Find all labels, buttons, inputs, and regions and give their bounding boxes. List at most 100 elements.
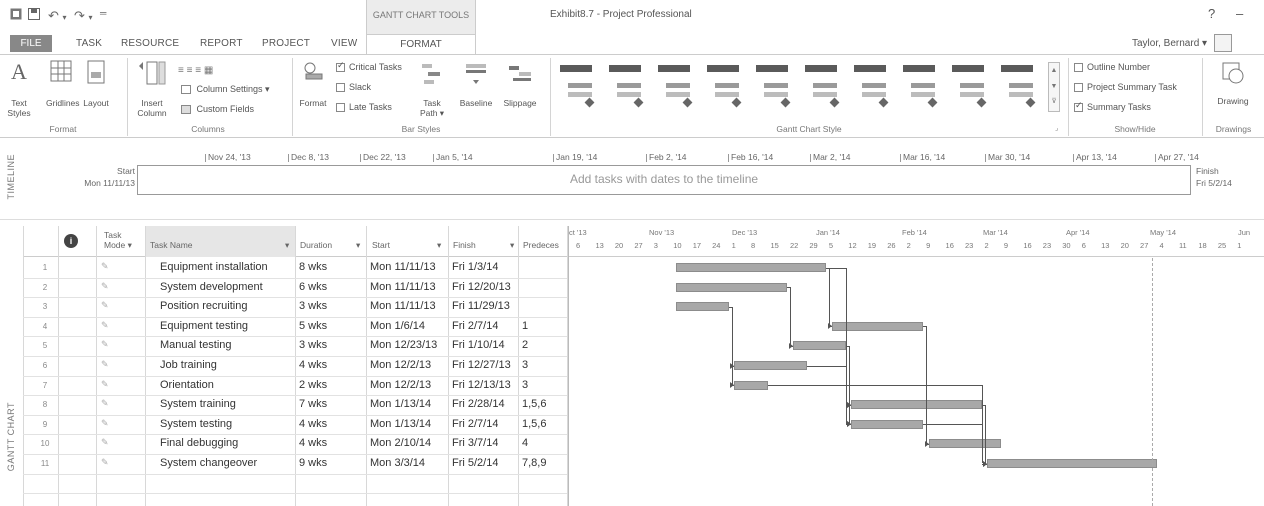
scroll-down-icon[interactable]: ▼: [1049, 79, 1059, 95]
predecessors-cell[interactable]: 4: [522, 437, 528, 449]
gantt-style-thumbnail[interactable]: [558, 63, 596, 111]
baseline-button[interactable]: Baseline: [456, 60, 496, 108]
gantt-bar[interactable]: [676, 302, 729, 312]
duration-cell[interactable]: 3 wks: [299, 339, 327, 351]
duration-cell[interactable]: 4 wks: [299, 359, 327, 371]
user-name[interactable]: Taylor, Bernard ▾: [1132, 38, 1207, 49]
finish-cell[interactable]: Fri 12/27/13: [452, 359, 511, 371]
align-buttons[interactable]: ≡ ≡ ≡ ▦: [178, 60, 258, 76]
slack-checkbox[interactable]: Slack: [336, 82, 371, 93]
task-path-button[interactable]: Task Path ▾: [416, 60, 448, 118]
start-cell[interactable]: Mon 3/3/14: [370, 457, 425, 469]
finish-header[interactable]: Finish: [453, 240, 476, 250]
insert-column-button[interactable]: Insert Column: [132, 60, 172, 118]
task-name-cell[interactable]: Equipment installation: [160, 261, 294, 273]
project-summary-checkbox[interactable]: Project Summary Task: [1074, 82, 1177, 93]
save-icon[interactable]: [28, 8, 40, 23]
gantt-style-thumbnail[interactable]: [803, 63, 841, 111]
predecessors-cell[interactable]: 3: [522, 359, 528, 371]
finish-cell[interactable]: Fri 2/7/14: [452, 320, 498, 332]
task-name-cell[interactable]: System testing: [160, 418, 294, 430]
finish-cell[interactable]: Fri 5/2/14: [452, 457, 498, 469]
row-number[interactable]: 3: [30, 302, 60, 311]
task-name-cell[interactable]: Final debugging: [160, 437, 294, 449]
critical-tasks-checkbox[interactable]: Critical Tasks: [336, 60, 402, 73]
duration-cell[interactable]: 2 wks: [299, 379, 327, 391]
layout-button[interactable]: Layout: [80, 60, 112, 108]
minimize-button[interactable]: –: [1236, 6, 1243, 21]
start-cell[interactable]: Mon 12/2/13: [370, 359, 431, 371]
gantt-style-thumbnail[interactable]: [901, 63, 939, 111]
task-mode-header[interactable]: Task Mode ▾: [104, 230, 132, 250]
start-cell[interactable]: Mon 2/10/14: [370, 437, 431, 449]
start-header[interactable]: Start: [372, 240, 390, 250]
dialog-launcher-icon[interactable]: ⌟: [1055, 124, 1058, 132]
scroll-up-icon[interactable]: ▲: [1049, 63, 1059, 79]
avatar[interactable]: [1214, 34, 1232, 52]
duration-dropdown-icon[interactable]: ▾: [356, 240, 360, 251]
tab-file[interactable]: FILE: [10, 35, 52, 52]
predecessors-cell[interactable]: 1,5,6: [522, 398, 546, 410]
gallery-scroll[interactable]: ▲ ▼ ⊽: [1048, 62, 1060, 112]
start-cell[interactable]: Mon 1/13/14: [370, 418, 431, 430]
row-number[interactable]: 5: [30, 341, 60, 350]
finish-cell[interactable]: Fri 12/13/13: [452, 379, 511, 391]
slippage-button[interactable]: Slippage: [500, 60, 540, 108]
gantt-style-thumbnail[interactable]: [950, 63, 988, 111]
row-number[interactable]: 9: [30, 420, 60, 429]
start-cell[interactable]: Mon 11/11/13: [370, 300, 436, 312]
task-name-cell[interactable]: Equipment testing: [160, 320, 294, 332]
tab-format[interactable]: FORMAT: [366, 34, 476, 55]
customize-qa-icon[interactable]: ═: [100, 8, 106, 18]
redo-icon[interactable]: ↷ ▾: [74, 8, 93, 24]
finish-cell[interactable]: Fri 1/10/14: [452, 339, 505, 351]
duration-cell[interactable]: 7 wks: [299, 398, 327, 410]
start-cell[interactable]: Mon 12/2/13: [370, 379, 431, 391]
task-name-cell[interactable]: Position recruiting: [160, 300, 294, 312]
gridlines-button[interactable]: Gridlines: [46, 60, 80, 108]
task-name-cell[interactable]: System training: [160, 398, 294, 410]
tab-project[interactable]: PROJECT: [262, 38, 310, 49]
gantt-bar[interactable]: [851, 419, 924, 429]
late-tasks-checkbox[interactable]: Late Tasks: [336, 102, 392, 113]
gantt-bar[interactable]: [676, 263, 827, 272]
start-cell[interactable]: Mon 1/13/14: [370, 398, 431, 410]
gantt-bar[interactable]: [676, 282, 788, 292]
undo-icon[interactable]: ↶ ▾: [48, 8, 67, 24]
gantt-style-thumbnail[interactable]: [607, 63, 645, 111]
finish-cell[interactable]: Fri 1/3/14: [452, 261, 498, 273]
row-number[interactable]: 7: [30, 381, 60, 390]
tab-resource[interactable]: RESOURCE: [121, 38, 179, 49]
gantt-style-thumbnail[interactable]: [999, 63, 1037, 111]
row-number[interactable]: 1: [30, 263, 60, 272]
gantt-style-thumbnail[interactable]: [754, 63, 792, 111]
info-column-header[interactable]: i: [64, 234, 78, 248]
gantt-bar[interactable]: [792, 341, 846, 351]
bar-format-button[interactable]: Format: [296, 60, 330, 108]
task-name-cell[interactable]: System development: [160, 281, 294, 293]
row-number[interactable]: 10: [30, 439, 60, 448]
finish-dropdown-icon[interactable]: ▾: [510, 240, 514, 251]
task-name-cell[interactable]: Orientation: [160, 379, 294, 391]
row-number[interactable]: 4: [30, 322, 60, 331]
summary-tasks-checkbox[interactable]: Summary Tasks: [1074, 100, 1151, 113]
predecessors-cell[interactable]: 7,8,9: [522, 457, 546, 469]
task-name-cell[interactable]: System changeover: [160, 457, 294, 469]
gantt-bar[interactable]: [928, 439, 1002, 449]
gantt-style-thumbnail[interactable]: [852, 63, 890, 111]
task-name-cell[interactable]: Job training: [160, 359, 294, 371]
finish-cell[interactable]: Fri 3/7/14: [452, 437, 498, 449]
task-name-dropdown-icon[interactable]: ▾: [285, 240, 289, 251]
predecessors-header[interactable]: Predeces: [523, 240, 559, 250]
start-cell[interactable]: Mon 11/11/13: [370, 261, 436, 273]
task-name-header[interactable]: Task Name: [150, 240, 193, 250]
text-styles-button[interactable]: A Text Styles: [6, 60, 32, 119]
gantt-style-thumbnail[interactable]: [656, 63, 694, 111]
start-cell[interactable]: Mon 12/23/13: [370, 339, 437, 351]
duration-cell[interactable]: 6 wks: [299, 281, 327, 293]
finish-cell[interactable]: Fri 2/28/14: [452, 398, 505, 410]
finish-cell[interactable]: Fri 11/29/13: [452, 300, 510, 312]
finish-cell[interactable]: Fri 2/7/14: [452, 418, 498, 430]
predecessors-cell[interactable]: 1,5,6: [522, 418, 546, 430]
row-number[interactable]: 6: [30, 361, 60, 370]
